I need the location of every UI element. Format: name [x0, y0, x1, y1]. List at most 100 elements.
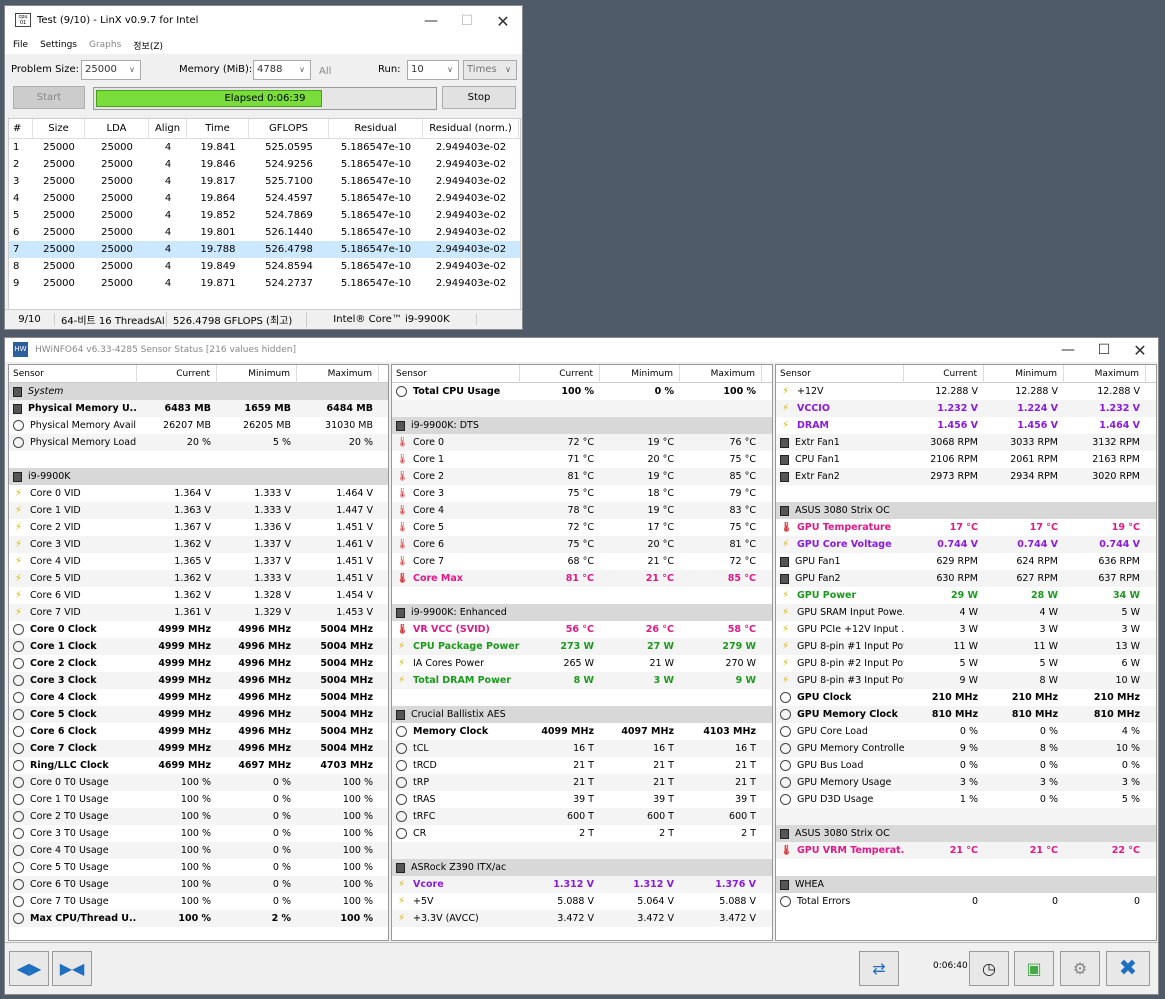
sensor-row[interactable]: CPU Fan1 2106 RPM 2061 RPM 2163 RPM — [776, 451, 1156, 468]
sensor-row[interactable]: ⚡ Core 1 VID 1.363 V 1.333 V 1.447 V — [9, 502, 388, 519]
sensor-group-header[interactable]: WHEA — [776, 876, 1156, 893]
maximize-button[interactable]: ☐ — [449, 6, 485, 36]
column-header[interactable]: Minimum — [217, 365, 297, 383]
menu-settings[interactable]: Settings — [34, 40, 83, 50]
sensor-group-header[interactable]: i9-9900K: Enhanced — [392, 604, 772, 621]
sensor-row[interactable]: Physical Memory U... 6483 MB 1659 MB 6484 M… — [9, 400, 388, 417]
sensor-row[interactable]: Core 1 T0 Usage 100 % 0 % 100 % — [9, 791, 388, 808]
column-header[interactable]: Sensor — [9, 365, 137, 383]
table-row[interactable]: 7 25000 25000 4 19.788 526.4798 5.186547e-10 2.… — [9, 241, 520, 258]
column-header[interactable]: Sensor — [776, 365, 904, 383]
sensor-row[interactable]: Total CPU Usage 100 % 0 % 100 % — [392, 383, 772, 400]
clock-icon[interactable]: ◷ — [969, 951, 1009, 986]
sensor-row[interactable]: GPU Memory Controller ... 9 % 8 % 10 % — [776, 740, 1156, 757]
all-checkbox-label[interactable]: All — [319, 66, 331, 77]
maximize-button[interactable]: ☐ — [1086, 338, 1122, 362]
sensor-row[interactable]: Core 1 Clock 4999 MHz 4996 MHz 5004 MHz — [9, 638, 388, 655]
column-header[interactable]: Residual (norm.) — [423, 119, 519, 139]
column-header[interactable]: # — [9, 119, 33, 139]
table-row[interactable]: 4 25000 25000 4 19.864 524.4597 5.186547e-10 2.… — [9, 190, 520, 207]
table-row[interactable]: 3 25000 25000 4 19.817 525.7100 5.186547e-10 2.… — [9, 173, 520, 190]
table-row[interactable]: 8 25000 25000 4 19.849 524.8594 5.186547e-10 2.… — [9, 258, 520, 275]
sensor-row[interactable]: Core 2 Clock 4999 MHz 4996 MHz 5004 MHz — [9, 655, 388, 672]
sensor-row[interactable]: ⚡ Vcore 1.312 V 1.312 V 1.376 V — [392, 876, 772, 893]
column-header[interactable]: Current — [904, 365, 984, 383]
sensor-row[interactable]: ⚡ +5V 5.088 V 5.064 V 5.088 V — [392, 893, 772, 910]
sensor-row[interactable]: ⚡ Core 0 VID 1.364 V 1.333 V 1.464 V — [9, 485, 388, 502]
report-add-icon[interactable]: ▣ — [1014, 951, 1054, 986]
sensor-row[interactable]: Core 3 T0 Usage 100 % 0 % 100 % — [9, 825, 388, 842]
sensor-row[interactable]: GPU Bus Load 0 % 0 % 0 % — [776, 757, 1156, 774]
menu-info[interactable]: 정보(Z) — [127, 39, 169, 52]
sensor-group-header[interactable]: ASUS 3080 Strix OC — [776, 502, 1156, 519]
minimize-button[interactable]: — — [1050, 338, 1086, 362]
sensor-row[interactable]: ⚡ +3.3V (AVCC) 3.472 V 3.472 V 3.472 V — [392, 910, 772, 927]
sensor-row[interactable]: ⚡ Core 6 VID 1.362 V 1.328 V 1.454 V — [9, 587, 388, 604]
sensor-row[interactable]: Core 7 Clock 4999 MHz 4996 MHz 5004 MHz — [9, 740, 388, 757]
table-row[interactable]: 6 25000 25000 4 19.801 526.1440 5.186547e-10 2.… — [9, 224, 520, 241]
sensor-row[interactable]: 🌡 Core 7 68 °C 21 °C 72 °C — [392, 553, 772, 570]
sensor-row[interactable]: 🌡 Core 2 81 °C 19 °C 85 °C — [392, 468, 772, 485]
run-unit-select[interactable]: Times ∨ — [463, 60, 517, 80]
sensor-row[interactable]: Ring/LLC Clock 4699 MHz 4697 MHz 4703 MHz — [9, 757, 388, 774]
sensor-row[interactable]: Core 0 T0 Usage 100 % 0 % 100 % — [9, 774, 388, 791]
arrows-collapse-icon[interactable]: ▶◀ — [52, 951, 92, 986]
sensor-row[interactable]: ⚡ Core 7 VID 1.361 V 1.329 V 1.453 V — [9, 604, 388, 621]
minimize-button[interactable]: — — [413, 6, 449, 36]
sensor-row[interactable]: ⚡ GPU 8-pin #3 Input Power 9 W 8 W 10 W — [776, 672, 1156, 689]
sensor-row[interactable]: GPU Memory Usage 3 % 3 % 3 % — [776, 774, 1156, 791]
sensor-row[interactable]: ⚡ GPU SRAM Input Powe... 4 W 4 W 5 W — [776, 604, 1156, 621]
sensor-row[interactable]: ⚡ GPU 8-pin #2 Input Power 5 W 5 W 6 W — [776, 655, 1156, 672]
sensor-row[interactable]: ⚡ CPU Package Power 273 W 27 W 279 W — [392, 638, 772, 655]
column-header[interactable]: Size — [33, 119, 85, 139]
sensor-row[interactable]: 🌡 GPU VRM Temperat... 21 °C 21 °C 22 °C — [776, 842, 1156, 859]
sensor-row[interactable]: ⚡ Core 2 VID 1.367 V 1.336 V 1.451 V — [9, 519, 388, 536]
sensor-row[interactable]: ⚡ Core 3 VID 1.362 V 1.337 V 1.461 V — [9, 536, 388, 553]
memory-select[interactable]: 4788 ∨ — [253, 60, 311, 80]
gear-icon[interactable]: ⚙ — [1060, 951, 1100, 986]
sensor-row[interactable]: 🌡 Core 3 75 °C 18 °C 79 °C — [392, 485, 772, 502]
sensor-row[interactable]: ⚡ DRAM 1.456 V 1.456 V 1.464 V — [776, 417, 1156, 434]
column-header[interactable]: Current — [520, 365, 600, 383]
column-header[interactable]: Minimum — [600, 365, 680, 383]
column-header[interactable]: Residual — [329, 119, 423, 139]
sensor-row[interactable]: tCL 16 T 16 T 16 T — [392, 740, 772, 757]
sensor-row[interactable]: 🌡 Core 4 78 °C 19 °C 83 °C — [392, 502, 772, 519]
close-icon[interactable]: ✖ — [1106, 951, 1150, 986]
sensor-row[interactable]: Core 3 Clock 4999 MHz 4996 MHz 5004 MHz — [9, 672, 388, 689]
sensor-row[interactable]: tRFC 600 T 600 T 600 T — [392, 808, 772, 825]
sensor-row[interactable]: GPU D3D Usage 1 % 0 % 5 % — [776, 791, 1156, 808]
sensor-row[interactable]: ⚡ Core 5 VID 1.362 V 1.333 V 1.451 V — [9, 570, 388, 587]
column-header[interactable]: Sensor — [392, 365, 520, 383]
sensor-row[interactable]: Core 0 Clock 4999 MHz 4996 MHz 5004 MHz — [9, 621, 388, 638]
column-header[interactable]: Maximum — [1064, 365, 1146, 383]
sensor-row[interactable]: ⚡ VCCIO 1.232 V 1.224 V 1.232 V — [776, 400, 1156, 417]
sensor-group-header[interactable]: Crucial Ballistix AES — [392, 706, 772, 723]
sensor-row[interactable]: 🌡 Core 6 75 °C 20 °C 81 °C — [392, 536, 772, 553]
close-button[interactable]: ✕ — [1122, 338, 1158, 362]
sensor-group-header[interactable]: ASUS 3080 Strix OC — [776, 825, 1156, 842]
sensor-group-header[interactable]: System — [9, 383, 388, 400]
menu-graphs[interactable]: Graphs — [83, 40, 127, 50]
sensor-row[interactable]: GPU Core Load 0 % 0 % 4 % — [776, 723, 1156, 740]
sensor-row[interactable]: ⚡ IA Cores Power 265 W 21 W 270 W — [392, 655, 772, 672]
sensor-row[interactable]: Core 6 Clock 4999 MHz 4996 MHz 5004 MHz — [9, 723, 388, 740]
table-row[interactable]: 1 25000 25000 4 19.841 525.0595 5.186547e-10 2.… — [9, 139, 520, 156]
sensor-row[interactable]: Extr Fan2 2973 RPM 2934 RPM 3020 RPM — [776, 468, 1156, 485]
sensor-row[interactable]: 🌡 Core 0 72 °C 19 °C 76 °C — [392, 434, 772, 451]
column-header[interactable]: Time — [187, 119, 249, 139]
column-header[interactable]: LDA — [85, 119, 149, 139]
stop-button[interactable]: Stop — [442, 86, 516, 109]
sensor-row[interactable]: tRP 21 T 21 T 21 T — [392, 774, 772, 791]
menu-file[interactable]: File — [7, 40, 34, 50]
network-icon[interactable]: ⇄ — [859, 951, 899, 986]
sensor-row[interactable]: ⚡ GPU PCIe +12V Input ... 3 W 3 W 3 W — [776, 621, 1156, 638]
sensor-row[interactable]: ⚡ GPU Power 29 W 28 W 34 W — [776, 587, 1156, 604]
sensor-row[interactable]: Core 5 T0 Usage 100 % 0 % 100 % — [9, 859, 388, 876]
table-row[interactable]: 9 25000 25000 4 19.871 524.2737 5.186547e-10 2.… — [9, 275, 520, 292]
sensor-row[interactable]: 🌡 Core 5 72 °C 17 °C 75 °C — [392, 519, 772, 536]
sensor-row[interactable]: tRCD 21 T 21 T 21 T — [392, 757, 772, 774]
sensor-group-header[interactable]: i9-9900K — [9, 468, 388, 485]
sensor-row[interactable]: Core 6 T0 Usage 100 % 0 % 100 % — [9, 876, 388, 893]
column-header[interactable]: Current — [137, 365, 217, 383]
